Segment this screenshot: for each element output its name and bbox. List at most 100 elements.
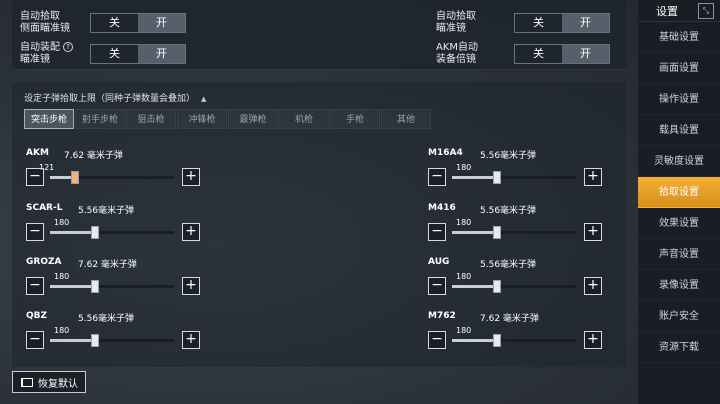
tab-shotgun[interactable]: 霰弹枪: [228, 109, 278, 129]
sidebar-item-effects[interactable]: 效果设置: [638, 208, 720, 239]
increase-button[interactable]: +: [182, 277, 200, 295]
sidebar-item-basic[interactable]: 基础设置: [638, 22, 720, 53]
weapon-row-scar-l: SCAR-L 5.56毫米子弹 180 − +: [26, 203, 216, 253]
tab-sniper-rifle[interactable]: 狙击枪: [126, 109, 176, 129]
sidebar-item-pickup[interactable]: 拾取设置: [638, 177, 720, 208]
toggle-on-option[interactable]: 开: [562, 45, 609, 63]
sidebar-title: 设置: [656, 4, 678, 18]
toggle-off-option[interactable]: 关: [515, 45, 562, 63]
ammo-limit-slider[interactable]: [50, 171, 174, 184]
toggle-label-line1: AKM自动: [436, 42, 479, 53]
slider-handle[interactable]: [493, 334, 501, 347]
increase-button[interactable]: +: [584, 331, 602, 349]
sidebar-item-sensitivity[interactable]: 灵敏度设置: [638, 146, 720, 177]
section-title: 设定子弹拾取上限（同种子弹数量会叠加） ▲: [24, 91, 206, 104]
collapse-arrows-icon[interactable]: ⤡: [698, 2, 714, 19]
ammo-limit-slider[interactable]: [50, 334, 174, 347]
ammo-type: 5.56毫米子弹: [78, 206, 135, 216]
weapon-row-qbz: QBZ 5.56毫米子弹 180 − +: [26, 311, 216, 361]
increase-button[interactable]: +: [182, 223, 200, 241]
increase-button[interactable]: +: [584, 223, 602, 241]
decrease-button[interactable]: −: [428, 223, 446, 241]
scope-toggle[interactable]: 关 开: [514, 13, 610, 33]
slider-handle[interactable]: [71, 171, 79, 184]
toggle-label: AKM自动 装备倍镜: [436, 42, 514, 66]
ammo-type: 7.62 毫米子弹: [78, 260, 137, 270]
ammo-limit-slider[interactable]: [50, 226, 174, 239]
ammo-limit-slider[interactable]: [452, 226, 576, 239]
increase-button[interactable]: +: [182, 331, 200, 349]
tab-marksman-rifle[interactable]: 射手步枪: [75, 109, 125, 129]
increase-button[interactable]: +: [584, 168, 602, 186]
decrease-button[interactable]: −: [26, 331, 44, 349]
slider-fill: [50, 339, 95, 342]
toggle-on-option[interactable]: 开: [138, 14, 185, 32]
decrease-button[interactable]: −: [26, 168, 44, 186]
slider-fill: [452, 231, 497, 234]
tab-assault-rifle[interactable]: 突击步枪: [24, 109, 74, 129]
slider-fill: [50, 231, 95, 234]
decrease-button[interactable]: −: [428, 168, 446, 186]
tab-pistol[interactable]: 手枪: [330, 109, 380, 129]
toggle-label-line1: 自动拾取: [20, 11, 60, 22]
weapon-name: M416: [428, 203, 456, 213]
sidebar-item-graphics[interactable]: 画面设置: [638, 53, 720, 84]
decrease-button[interactable]: −: [428, 277, 446, 295]
ammo-limit-value: 180: [456, 163, 472, 172]
decrease-button[interactable]: −: [26, 223, 44, 241]
sidebar-item-account-security[interactable]: 账户安全: [638, 301, 720, 332]
tab-other[interactable]: 其他: [381, 109, 431, 129]
toggle-off-option[interactable]: 关: [515, 14, 562, 32]
ammo-limit-slider[interactable]: [50, 280, 174, 293]
sidebar-item-vehicle[interactable]: 载具设置: [638, 115, 720, 146]
increase-button[interactable]: +: [584, 277, 602, 295]
decrease-button[interactable]: −: [26, 277, 44, 295]
ammo-type: 5.56毫米子弹: [78, 314, 135, 324]
slider-fill: [452, 285, 497, 288]
ammo-limit-value: 180: [54, 272, 70, 281]
slider-handle[interactable]: [493, 171, 501, 184]
sidebar-item-replay[interactable]: 录像设置: [638, 270, 720, 301]
toggle-on-option[interactable]: 开: [562, 14, 609, 32]
slider-handle[interactable]: [91, 334, 99, 347]
ammo-limit-panel: 设定子弹拾取上限（同种子弹数量会叠加） ▲ 突击步枪 射手步枪 狙击枪 冲锋枪 霰…: [12, 82, 626, 367]
sidebar-item-resource-download[interactable]: 资源下载: [638, 332, 720, 363]
toggle-label-line2: 瞄准镜: [20, 54, 50, 65]
tab-machine-gun[interactable]: 机枪: [279, 109, 329, 129]
tab-smg[interactable]: 冲锋枪: [177, 109, 227, 129]
toggle-row-akm-scope: AKM自动 装备倍镜 关 开: [436, 42, 610, 66]
toggle-off-option[interactable]: 关: [91, 14, 138, 32]
toggle-label-line2: 瞄准镜: [436, 23, 466, 34]
slider-handle[interactable]: [91, 226, 99, 239]
sidebar-item-controls[interactable]: 操作设置: [638, 84, 720, 115]
weapon-row-m762: M762 7.62 毫米子弹 180 − +: [428, 311, 618, 361]
collapse-caret-icon[interactable]: ▲: [201, 95, 206, 103]
weapon-name: GROZA: [26, 257, 62, 267]
sidebar-header: 设置 ⤡: [638, 0, 720, 22]
slider-handle[interactable]: [493, 226, 501, 239]
ammo-limit-slider[interactable]: [452, 280, 576, 293]
toggle-on-option[interactable]: 开: [138, 45, 185, 63]
help-icon[interactable]: ?: [63, 42, 73, 52]
restore-default-button[interactable]: 恢复默认: [12, 371, 86, 393]
weapon-row-m16a4: M16A4 5.56毫米子弹 180 − +: [428, 148, 618, 198]
weapon-name: AUG: [428, 257, 450, 267]
auto-attach-scope-toggle[interactable]: 关 开: [90, 44, 186, 64]
auto-pickup-toggles-panel: 自动拾取 侧面瞄准镜 关 开 自动拾取 瞄准镜 关 开 自动装配? 瞄准镜 关 …: [12, 0, 626, 70]
ammo-limit-slider[interactable]: [452, 334, 576, 347]
decrease-button[interactable]: −: [428, 331, 446, 349]
ammo-limit-value: 180: [456, 218, 472, 227]
toggle-label-line1: 自动装配: [20, 42, 60, 53]
slider-handle[interactable]: [493, 280, 501, 293]
settings-sidebar: 设置 ⤡ 基础设置 画面设置 操作设置 载具设置 灵敏度设置 拾取设置 效果设置…: [638, 0, 720, 404]
sidebar-item-audio[interactable]: 声音设置: [638, 239, 720, 270]
slider-handle[interactable]: [91, 280, 99, 293]
toggle-label-line2: 侧面瞄准镜: [20, 23, 70, 34]
akm-auto-scope-toggle[interactable]: 关 开: [514, 44, 610, 64]
toggle-off-option[interactable]: 关: [91, 45, 138, 63]
reset-icon: [21, 377, 33, 387]
side-scope-toggle[interactable]: 关 开: [90, 13, 186, 33]
ammo-limit-slider[interactable]: [452, 171, 576, 184]
slider-fill: [50, 285, 95, 288]
increase-button[interactable]: +: [182, 168, 200, 186]
